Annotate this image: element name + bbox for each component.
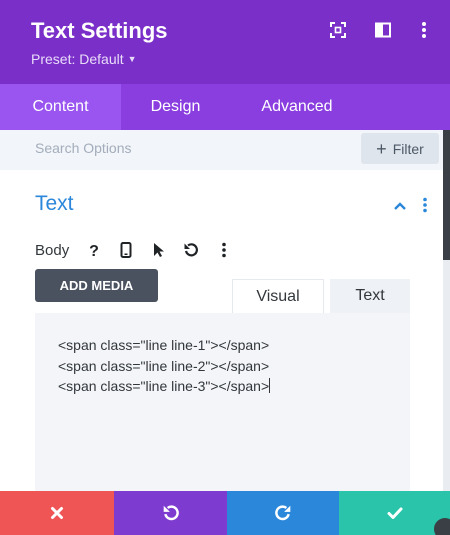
text-cursor <box>269 378 271 393</box>
tab-advanced[interactable]: Advanced <box>230 84 364 130</box>
editor-tab-visual[interactable]: Visual <box>232 279 324 313</box>
checkmark-icon <box>387 507 402 519</box>
field-more-icon[interactable] <box>213 239 235 261</box>
redo-icon <box>275 505 291 521</box>
add-media-button[interactable]: ADD MEDIA <box>35 269 158 302</box>
section-title[interactable]: Text <box>35 192 74 216</box>
code-line: <span class="line line-1"></span> <box>58 337 270 353</box>
chevron-up-icon[interactable] <box>393 198 407 216</box>
resize-handle[interactable] <box>434 518 450 535</box>
code-line-text: <span class="line line-3"></span> <box>58 378 270 394</box>
code-line: <span class="line line-3"></span> <box>58 376 410 397</box>
code-line: <span class="line line-2"></span> <box>58 357 270 374</box>
undo-button[interactable] <box>114 491 227 535</box>
focus-icon[interactable] <box>328 20 348 40</box>
body-field-label: Body <box>35 242 70 259</box>
mobile-icon[interactable] <box>115 239 137 261</box>
editor-tab-text[interactable]: Text <box>330 279 410 313</box>
help-icon[interactable]: ? <box>83 239 105 261</box>
plus-icon: + <box>376 138 387 159</box>
section-more-icon[interactable] <box>422 197 428 218</box>
svg-text:?: ? <box>89 243 99 258</box>
filter-label: Filter <box>392 140 424 157</box>
undo-icon[interactable] <box>180 239 202 261</box>
redo-button[interactable] <box>227 491 339 535</box>
scrollbar-thumb[interactable] <box>443 130 450 260</box>
action-footer <box>0 491 450 535</box>
code-editor[interactable]: <span class="line line-1"></span> <span … <box>35 313 410 493</box>
discard-button[interactable] <box>0 491 114 535</box>
close-icon <box>51 507 63 519</box>
search-input[interactable]: Search Options <box>35 140 132 156</box>
modal-header: Text Settings Preset: Default ▼ <box>0 0 450 84</box>
caret-down-icon: ▼ <box>127 54 137 64</box>
filter-button[interactable]: + Filter <box>361 133 439 164</box>
settings-tabs: Content Design Advanced <box>0 84 450 130</box>
tab-content[interactable]: Content <box>0 84 121 130</box>
modal-title: Text Settings <box>31 18 168 43</box>
more-vertical-icon[interactable] <box>414 20 434 40</box>
scrollbar[interactable] <box>443 130 450 535</box>
sidebar-layout-icon[interactable] <box>373 20 393 40</box>
undo-icon <box>163 505 179 521</box>
preset-label: Preset: Default <box>31 51 124 67</box>
preset-selector[interactable]: Preset: Default ▼ <box>31 51 137 67</box>
tab-design[interactable]: Design <box>121 84 230 130</box>
cursor-icon[interactable] <box>148 239 170 261</box>
